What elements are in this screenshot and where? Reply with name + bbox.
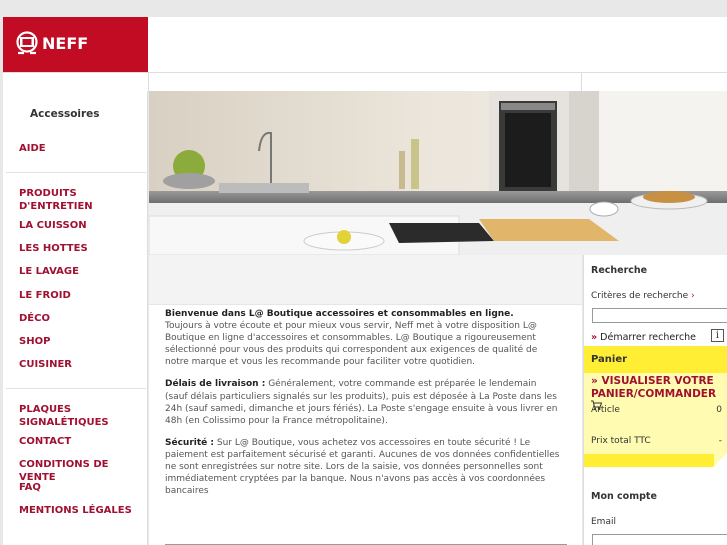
sidebar-item-plaques-signaletiques[interactable]: PLAQUES SIGNALÉTIQUES: [19, 403, 109, 429]
delivery-title: Délais de livraison :: [165, 379, 266, 390]
cart-corner: [713, 452, 727, 467]
welcome-text-block: Bienvenue dans L@ Boutique accessoires e…: [165, 308, 560, 507]
header: [148, 17, 727, 72]
security-text: Sur L@ Boutique, vous achetez vos access…: [165, 437, 560, 497]
kitchen-photo: [149, 91, 727, 255]
sidebar-item-la-cuisson[interactable]: LA CUISSON: [19, 219, 87, 232]
sidebar-item-les-hottes[interactable]: LES HOTTES: [19, 242, 88, 255]
welcome-title: Bienvenue dans L@ Boutique accessoires e…: [165, 309, 514, 319]
sidebar-item-le-froid[interactable]: LE FROID: [19, 289, 71, 302]
start-search-link[interactable]: » Démarrer recherche: [591, 332, 696, 343]
divider: [6, 388, 146, 389]
email-field[interactable]: [592, 534, 727, 545]
email-label: Email: [591, 517, 616, 527]
cart-panel: Panier » VISUALISER VOTRE PANIER/COMMAND…: [584, 346, 727, 467]
neff-logo[interactable]: NEFF: [3, 17, 148, 72]
sidebar-item-shop[interactable]: SHOP: [19, 335, 50, 348]
cart-footer: [584, 454, 714, 467]
right-panel: Recherche Critères de recherche › » Déma…: [583, 255, 727, 545]
top-strip: [0, 0, 727, 17]
security-title: Sécurité :: [165, 437, 214, 448]
sidebar-item-aide[interactable]: AIDE: [19, 142, 46, 155]
neff-logo-icon: NEFF: [16, 31, 88, 55]
divider: [148, 73, 149, 91]
cart-article-row: Article 0: [591, 405, 722, 415]
search-title: Recherche: [591, 265, 648, 276]
main-content: Bienvenue dans L@ Boutique accessoires e…: [149, 255, 582, 545]
sidebar-title: Accessoires: [30, 108, 100, 120]
cart-title: Panier: [591, 354, 628, 365]
welcome-text: Toujours à votre écoute et pour mieux vo…: [165, 321, 538, 368]
sidebar-item-cuisiner[interactable]: CUISINER: [19, 358, 72, 371]
svg-text:NEFF: NEFF: [42, 34, 88, 53]
divider: [581, 73, 582, 91]
sidebar-item-produits-entretien[interactable]: PRODUITS D'ENTRETIEN: [19, 187, 93, 213]
sidebar-item-mentions-legales[interactable]: MENTIONS LÉGALES: [19, 504, 132, 517]
sidebar-item-le-lavage[interactable]: LE LAVAGE: [19, 265, 79, 278]
sidebar: Accessoires AIDE PRODUITS D'ENTRETIEN LA…: [3, 91, 148, 545]
account-title: Mon compte: [591, 491, 657, 502]
content-header-band: [149, 255, 582, 305]
nav-band: [3, 72, 727, 91]
search-input[interactable]: [592, 308, 727, 323]
info-icon[interactable]: i: [711, 329, 724, 342]
cart-header: Panier: [584, 346, 727, 373]
sidebar-item-deco[interactable]: DÉCO: [19, 312, 50, 325]
search-criteria-label: Critères de recherche ›: [591, 291, 695, 301]
cart-total-row: Prix total TTC -: [591, 436, 722, 446]
sidebar-item-contact[interactable]: CONTACT: [19, 435, 71, 448]
divider: [6, 172, 146, 173]
sidebar-item-faq[interactable]: FAQ: [19, 481, 41, 494]
hero-kitchen-image: [149, 91, 727, 255]
